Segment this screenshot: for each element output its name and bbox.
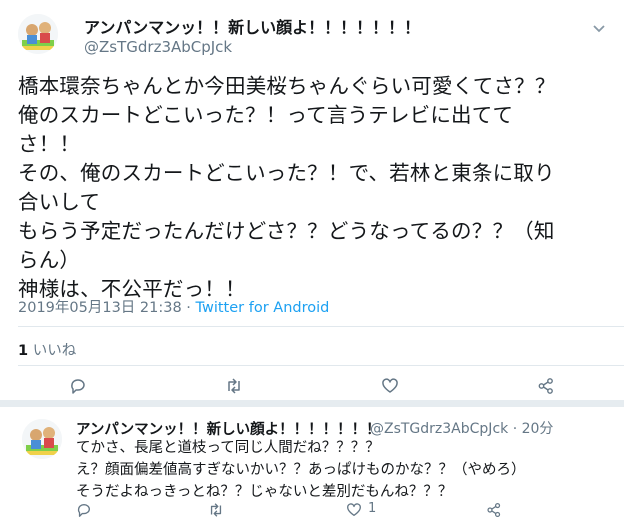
reply-icon[interactable] xyxy=(69,377,87,395)
tweet-timestamp[interactable]: 2019年05月13日 21:38 xyxy=(18,300,182,316)
reply-display-name[interactable]: アンパンマンッ！！新しい顔よ！！！！！！！ xyxy=(76,418,381,439)
tweet-source-link[interactable]: Twitter for Android xyxy=(196,300,330,316)
main-tweet: アンパンマンッ！！新しい顔よ！！！！！！！ @ZsTGdrz3AbCpJck 橋… xyxy=(0,0,624,518)
reply-handle-time[interactable]: @ZsTGdrz3AbCpJck · 20分 xyxy=(370,418,553,438)
meta-separator: · xyxy=(181,300,196,316)
chevron-down-icon[interactable] xyxy=(592,20,606,34)
like-count: 1 xyxy=(18,343,29,359)
reply-icon[interactable] xyxy=(76,502,92,518)
retweet-icon[interactable] xyxy=(208,502,224,518)
reply-like-count: 1 xyxy=(368,501,377,516)
tweet-header: アンパンマンッ！！新しい顔よ！！！！！！！ @ZsTGdrz3AbCpJck xyxy=(0,0,624,64)
section-gap xyxy=(0,400,624,407)
reply-text: てかさ、長尾と道枝って同じ人間だね？？？？ え？顔面偏差値高すぎないかい？？あっ… xyxy=(76,440,526,500)
avatar[interactable] xyxy=(22,419,62,459)
retweet-icon[interactable] xyxy=(225,377,243,395)
like-icon[interactable] xyxy=(346,502,362,518)
like-icon[interactable] xyxy=(381,377,399,395)
like-label: いいね xyxy=(28,343,77,359)
user-handle[interactable]: @ZsTGdrz3AbCpJck xyxy=(84,38,232,56)
divider xyxy=(18,326,624,327)
tweet-actions xyxy=(0,372,624,400)
divider xyxy=(18,365,624,366)
reply-actions: 1 xyxy=(0,500,624,520)
display-name[interactable]: アンパンマンッ！！新しい顔よ！！！！！！！ xyxy=(84,14,420,38)
avatar[interactable] xyxy=(18,14,58,54)
share-icon[interactable] xyxy=(486,502,502,518)
like-count-row[interactable]: 1 いいね xyxy=(18,339,76,360)
share-icon[interactable] xyxy=(537,377,555,395)
tweet-meta: 2019年05月13日 21:38 · Twitter for Android xyxy=(18,296,329,317)
tweet-text: 橋本環奈ちゃんとか今田美桜ちゃんぐらい可愛くてさ？？ 俺のスカートどこいった？！… xyxy=(18,74,556,301)
